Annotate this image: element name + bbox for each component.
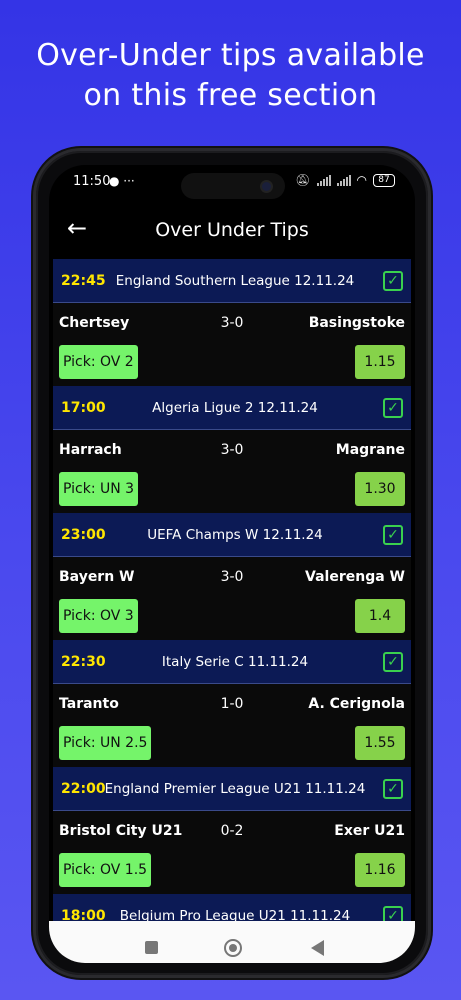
signal-icon-2 — [336, 174, 351, 186]
odds-badge: 1.4 — [355, 599, 405, 633]
odds-badge: 1.16 — [355, 853, 405, 887]
away-team: A. Cerignola — [308, 696, 405, 712]
league-name: Italy Serie C 11.11.24 — [161, 653, 309, 670]
kickoff-time: 23:00 — [61, 526, 106, 543]
tip-card: 18:00 Belgium Pro League U21 11.11.24 ✓ — [49, 894, 415, 921]
league-name: Algeria Ligue 2 12.11.24 — [152, 399, 318, 416]
headline-line-1: Over-Under tips available — [36, 38, 425, 73]
kickoff-time: 22:30 — [61, 653, 106, 670]
headline-line-2: on this free section — [83, 78, 378, 113]
check-icon: ✓ — [383, 652, 403, 672]
league-name: England Premier League U21 11.11.24 — [104, 780, 366, 797]
tip-header: 22:30 Italy Serie C 11.11.24 ✓ — [53, 640, 411, 684]
kickoff-time: 18:00 — [61, 907, 106, 922]
check-icon: ✓ — [383, 906, 403, 921]
kickoff-time: 22:00 — [61, 780, 106, 797]
tip-card: 23:00 UEFA Champs W 12.11.24 ✓ Bayern W … — [49, 513, 415, 640]
tip-card: 22:45 England Southern League 12.11.24 ✓… — [49, 259, 415, 386]
battery-icon: 87 — [373, 173, 395, 187]
kickoff-time: 17:00 — [61, 399, 106, 416]
tip-header: 17:00 Algeria Ligue 2 12.11.24 ✓ — [53, 386, 411, 430]
tip-card: 22:00 England Premier League U21 11.11.2… — [49, 767, 415, 894]
phone-frame: 11:50 ● ··· 🔕︎ ◠ 87 ← Over Under Tips 22… — [33, 148, 431, 978]
tip-header: 22:00 England Premier League U21 11.11.2… — [53, 767, 411, 811]
notification-icons: ● ··· — [109, 174, 135, 188]
system-nav-bar — [49, 921, 415, 963]
camera-notch — [181, 173, 285, 199]
odds-badge: 1.55 — [355, 726, 405, 760]
status-time: 11:50 — [73, 174, 111, 189]
odds-badge: 1.15 — [355, 345, 405, 379]
promo-headline: Over-Under tips available on this free s… — [0, 36, 461, 116]
away-team: Exer U21 — [334, 823, 405, 839]
status-bar: 11:50 ● ··· 🔕︎ ◠ 87 — [49, 165, 415, 199]
tip-header: 23:00 UEFA Champs W 12.11.24 ✓ — [53, 513, 411, 557]
pick-badge: Pick: UN 3 — [59, 472, 139, 506]
tip-header: 22:45 England Southern League 12.11.24 ✓ — [53, 259, 411, 303]
odds-badge: 1.30 — [355, 472, 405, 506]
wifi-icon: ◠ — [356, 173, 367, 187]
league-name: England Southern League 12.11.24 — [115, 272, 355, 289]
tip-card: 22:30 Italy Serie C 11.11.24 ✓ Taranto 1… — [49, 640, 415, 767]
away-team: Valerenga W — [305, 569, 405, 585]
page-title: Over Under Tips — [155, 219, 309, 241]
check-icon: ✓ — [383, 779, 403, 799]
tip-body: Bristol City U21 0-2 Exer U21 Pick: OV 1… — [53, 811, 411, 894]
check-icon: ✓ — [383, 271, 403, 291]
tip-body: Bayern W 3-0 Valerenga W Pick: OV 3 1.4 — [53, 557, 411, 640]
check-icon: ✓ — [383, 525, 403, 545]
signal-icon — [316, 174, 331, 186]
tip-card: 17:00 Algeria Ligue 2 12.11.24 ✓ Harrach… — [49, 386, 415, 513]
tips-list[interactable]: 22:45 England Southern League 12.11.24 ✓… — [49, 259, 415, 921]
pick-badge: Pick: UN 2.5 — [59, 726, 152, 760]
camera-icon — [262, 182, 271, 191]
league-name: UEFA Champs W 12.11.24 — [147, 526, 323, 543]
league-name: Belgium Pro League U21 11.11.24 — [119, 907, 351, 922]
away-team: Basingstoke — [308, 315, 405, 331]
pick-badge: Pick: OV 3 — [59, 599, 138, 633]
tip-body: Harrach 3-0 Magrane Pick: UN 3 1.30 — [53, 430, 411, 513]
status-right: 🔕︎ ◠ 87 — [295, 173, 395, 187]
pick-badge: Pick: OV 1.5 — [59, 853, 152, 887]
app-bar: ← Over Under Tips — [49, 205, 415, 255]
back-triangle-icon[interactable] — [311, 940, 324, 956]
pick-badge: Pick: OV 2 — [59, 345, 138, 379]
check-icon: ✓ — [383, 398, 403, 418]
tip-body: Taranto 1-0 A. Cerignola Pick: UN 2.5 1.… — [53, 684, 411, 767]
away-team: Magrane — [335, 442, 405, 458]
kickoff-time: 22:45 — [61, 272, 106, 289]
phone-screen: 11:50 ● ··· 🔕︎ ◠ 87 ← Over Under Tips 22… — [49, 165, 415, 963]
recents-icon[interactable] — [145, 941, 158, 954]
mute-icon: 🔕︎ — [295, 173, 311, 187]
tip-body: Chertsey 3-0 Basingstoke Pick: OV 2 1.15 — [53, 303, 411, 386]
tip-header: 18:00 Belgium Pro League U21 11.11.24 ✓ — [53, 894, 411, 921]
home-icon[interactable] — [224, 939, 242, 957]
